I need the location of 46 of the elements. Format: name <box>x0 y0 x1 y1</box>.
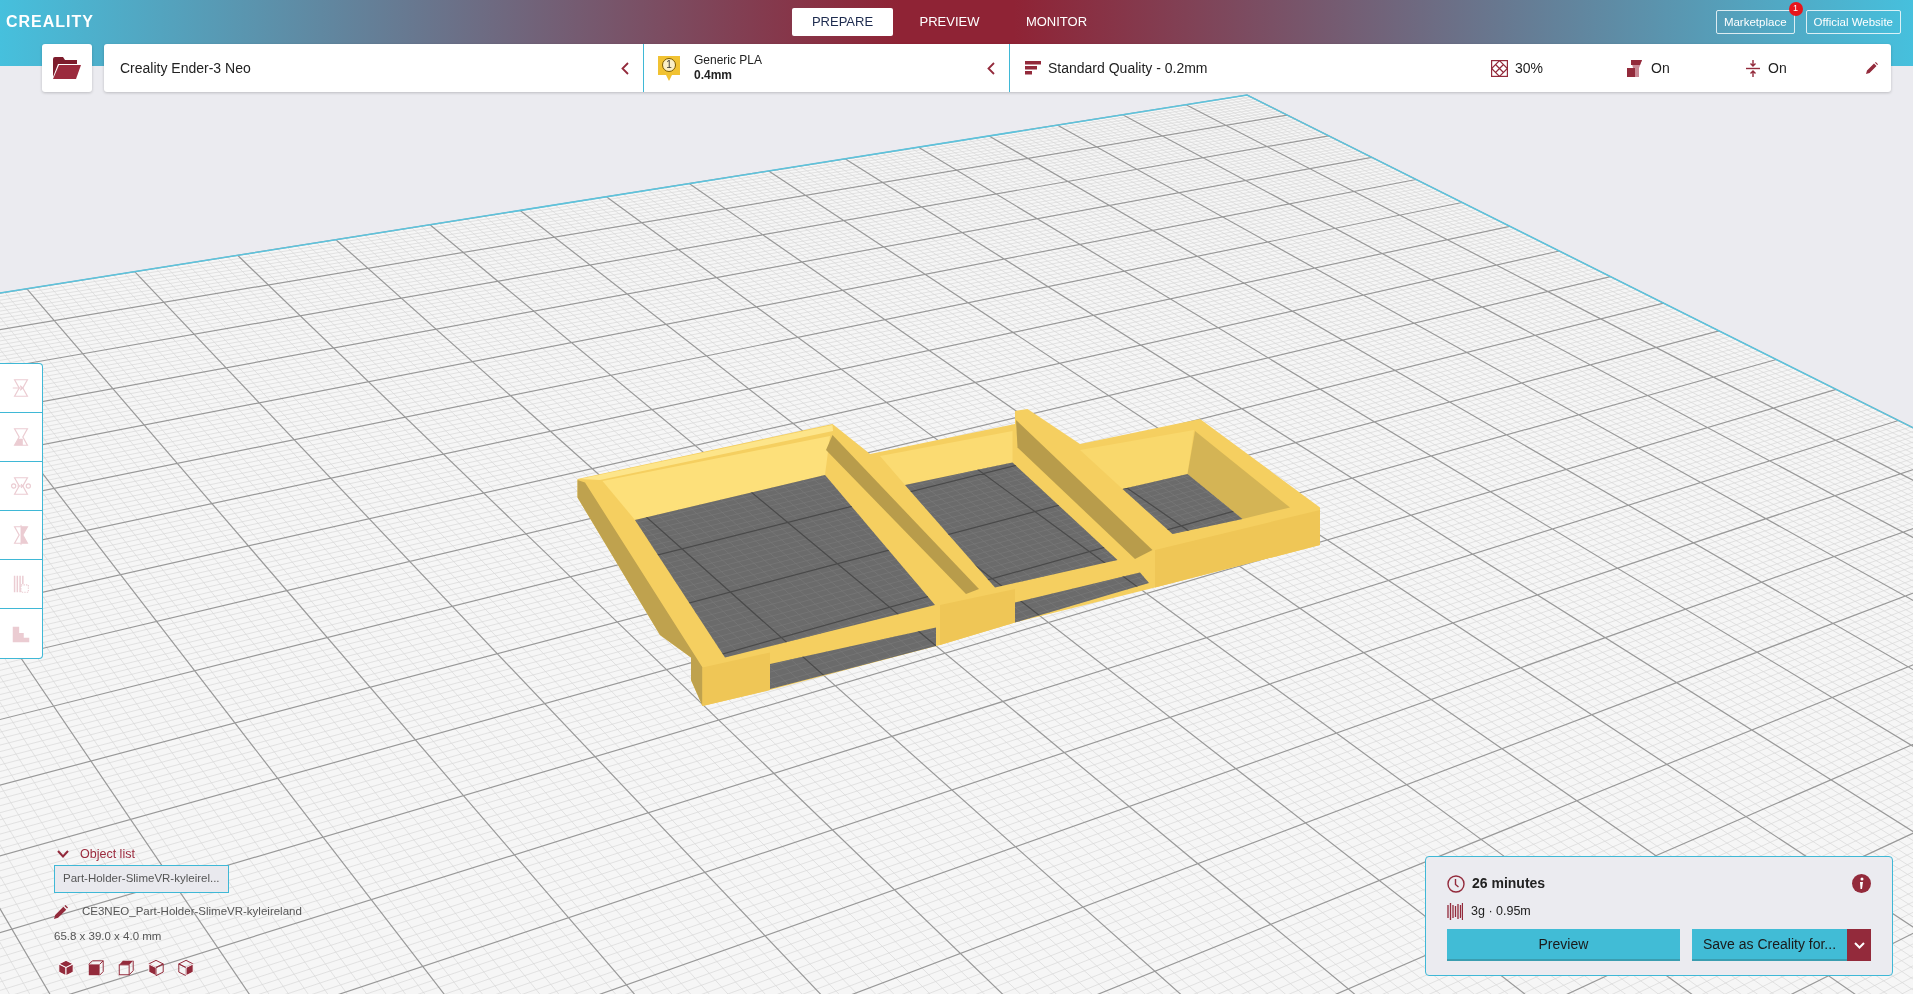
stacked-bars-icon <box>1025 61 1041 75</box>
profile-label: Standard Quality - 0.2mm <box>1048 58 1208 78</box>
tab[interactable]: MONITOR <box>1006 7 1107 36</box>
chevron-left-icon <box>987 61 995 75</box>
chevron-down-icon <box>1853 941 1865 949</box>
overhang-icon <box>1627 59 1642 77</box>
open-file-button[interactable] <box>42 44 92 92</box>
view-button[interactable] <box>117 959 135 978</box>
stripes-icon <box>1447 902 1463 920</box>
view-button[interactable] <box>177 959 195 978</box>
adhesion-value: On <box>1768 58 1787 78</box>
infill-value: 30% <box>1515 58 1544 78</box>
view-button[interactable] <box>87 959 105 978</box>
pencil-icon <box>54 905 68 919</box>
view-button[interactable] <box>147 959 165 978</box>
folder-icon <box>53 57 81 79</box>
info-icon <box>1852 874 1871 893</box>
crosshatch-square-icon <box>1491 59 1508 77</box>
view-button[interactable] <box>57 959 75 978</box>
hourglass-circles-icon <box>10 475 32 497</box>
support-value: On <box>1651 58 1670 78</box>
material-usage: 3g · 0.95m <box>1471 902 1531 920</box>
logo-text: CREALITY <box>5 11 94 32</box>
solid-cube-icon <box>57 959 75 978</box>
cube-top-face-icon <box>117 959 135 978</box>
tab[interactable]: PREVIEW <box>899 7 1000 36</box>
printer-selector[interactable]: Creality Ender-3 Neo <box>104 44 644 92</box>
chevron-left-icon <box>621 61 629 75</box>
material-selector[interactable]: 1 Generic PLA 0.4mm <box>644 44 1010 92</box>
preview-button[interactable]: Preview <box>1447 929 1680 961</box>
pencil-icon <box>1866 62 1878 74</box>
cube-right-face-icon <box>177 959 195 978</box>
arrows-to-line-icon <box>1746 59 1760 77</box>
save-options-button[interactable] <box>1847 929 1871 961</box>
object-list-toggle[interactable]: Object list <box>54 845 135 863</box>
extruder-badge: 1 <box>657 54 681 82</box>
object-list-item[interactable]: Part-Holder-SlimeVR-kyleirel... <box>54 865 229 893</box>
save-file-button[interactable]: Save as Creality for... <box>1691 929 1848 961</box>
cube-front-face-icon <box>87 959 105 978</box>
print-time: 26 minutes <box>1472 874 1546 893</box>
notification-badge: 1 <box>1788 1 1803 16</box>
job-name: CE3NEO_Part-Holder-SlimeVR-kyleireland <box>82 904 302 920</box>
clock-icon <box>1447 874 1465 893</box>
tab[interactable]: PREPARE <box>792 7 893 36</box>
model-dimensions: 65.8 x 39.0 x 4.0 mm <box>54 929 162 944</box>
cube-left-face-icon <box>147 959 165 978</box>
